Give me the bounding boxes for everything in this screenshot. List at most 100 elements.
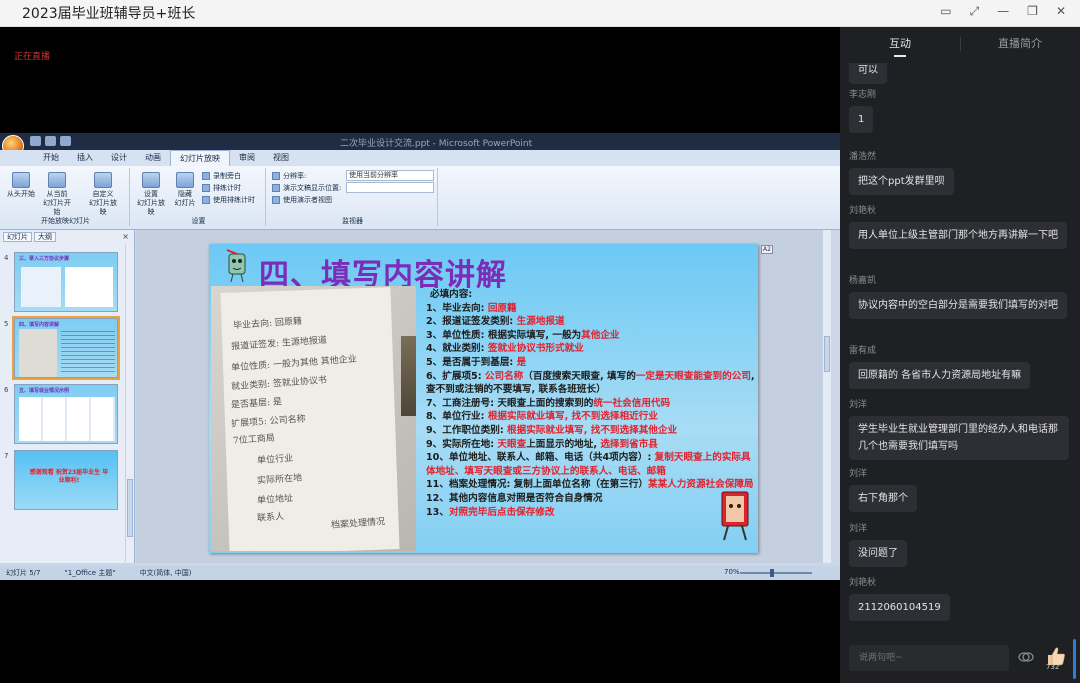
slide-highlight-text: 一定是天眼查能查到的公司: [635, 370, 751, 382]
scroll-knob[interactable]: [127, 479, 133, 537]
redo-icon[interactable]: [60, 136, 71, 146]
slide-canvas: 四、填写内容讲解 毕业去向: 回原籍 报道证签发: 生源地报道 单位性质: 一般…: [136, 230, 831, 563]
from-current-button[interactable]: 从当前 幻灯片开始: [40, 172, 74, 217]
panel-tabs: 幻灯片 大纲: [0, 230, 134, 244]
tab-design[interactable]: 设计: [102, 150, 136, 166]
emoji-icon[interactable]: [1018, 650, 1034, 664]
canvas-scrollbar[interactable]: [822, 230, 831, 563]
message-author: 李志刚: [849, 90, 877, 100]
presenter-view-checkbox[interactable]: 使用演示者视图: [272, 195, 332, 205]
chat-message: 雷有成 回原籍的 各省市人力资源局地址有嘛: [849, 343, 1031, 389]
tab-outline[interactable]: 大纲: [34, 232, 56, 242]
slide-text: 9、工作职位类别:: [426, 424, 508, 436]
setup-slideshow-button[interactable]: 设置 幻灯片放映: [134, 172, 168, 217]
save-icon[interactable]: [30, 136, 41, 146]
custom-show-icon: [94, 172, 112, 188]
message-author: 杨嘉凯: [849, 276, 877, 286]
chat-message: 李志刚 1: [849, 87, 876, 133]
tab-underline: [894, 55, 906, 57]
slide-text: 10、单位地址、联系人、邮箱、电话（共4项内容）:: [426, 452, 655, 464]
thumb-image: 感谢观看 祝贺23届毕业生 毕业顺利!: [14, 450, 118, 510]
thumb-content: [21, 267, 61, 307]
thumb-image: 三、录入三方协议步骤: [14, 252, 118, 312]
slide-number: 6: [4, 386, 9, 394]
chat-message: 潘浩然 把这个ppt发群里呗: [849, 149, 954, 195]
tab-insert[interactable]: 插入: [68, 150, 102, 166]
undo-icon[interactable]: [45, 136, 56, 146]
sidebar-tabs: 互动 直播简介: [840, 27, 1080, 63]
tab-slides[interactable]: 幻灯片: [3, 232, 32, 242]
message-author: 刘洋: [849, 400, 868, 410]
minimize-icon[interactable]: —: [997, 4, 1009, 19]
slide-text: 12、其他内容信息对照是否符合自身情况: [426, 492, 603, 504]
hide-slide-button[interactable]: 隐藏 幻灯片: [168, 172, 202, 208]
slide-highlight-text: 统一社会信用代码: [593, 397, 671, 409]
thumb-content: [65, 267, 113, 307]
handwriting-line: 联系人: [256, 512, 285, 524]
message-bubble: 把这个ppt发群里呗: [849, 168, 954, 195]
tab-slideshow[interactable]: 幻灯片放映: [170, 149, 230, 167]
slide-text: 8、单位行业:: [426, 411, 488, 423]
slide-line: 4、就业类别: 签就业协议书形式就业: [426, 342, 756, 356]
volume-bar: [1073, 639, 1076, 679]
current-slide[interactable]: 四、填写内容讲解 毕业去向: 回原籍 报道证签发: 生源地报道 单位性质: 一般…: [209, 244, 758, 553]
resolution-select[interactable]: 使用当前分辨率: [346, 170, 434, 181]
chat-message: 刘艳秋 用人单位上级主管部门那个地方再讲解一下吧: [849, 203, 1067, 249]
slide-text: 4、就业类别:: [426, 343, 488, 355]
slide-line: 10、单位地址、联系人、邮箱、电话（共4项内容）: 复制天眼查上的实际具体地址、…: [426, 451, 756, 478]
tab-separator: [960, 37, 961, 51]
scroll-knob[interactable]: [824, 336, 830, 372]
panel-scrollbar[interactable]: [125, 244, 134, 562]
ppt-titlebar: 二次毕业设计交流.ppt - Microsoft PowerPoint: [0, 133, 840, 157]
tab-review[interactable]: 审阅: [230, 150, 264, 166]
photo-edge: [401, 336, 416, 416]
zoom-handle[interactable]: [770, 569, 774, 577]
slide-highlight-text: 是: [516, 356, 527, 368]
show-on-select[interactable]: [346, 182, 434, 193]
group-label: 开始放映幻灯片: [41, 217, 90, 225]
from-start-button[interactable]: 从头开始: [4, 172, 38, 199]
slide-body-header: 必填内容:: [430, 289, 473, 300]
custom-slideshow-button[interactable]: 自定义 幻灯片放映: [86, 172, 120, 217]
record-narration-button[interactable]: 录制旁白: [202, 171, 241, 181]
ribbon: 从头开始 从当前 幻灯片开始 自定义 幻灯片放映 开始放映幻灯片 设置 幻灯片放…: [0, 166, 840, 230]
resolution-label: 分辨率:: [272, 171, 306, 181]
monitor-icon: [272, 172, 280, 180]
thumb-content: [61, 331, 115, 375]
slide-highlight-text: 选择到省市县: [600, 438, 658, 450]
quick-access-toolbar: [30, 136, 71, 146]
close-icon[interactable]: ✕: [1056, 4, 1066, 19]
slide-text: 1、毕业去向:: [426, 302, 488, 314]
tab-home[interactable]: 开始: [34, 150, 68, 166]
tab-intro[interactable]: 直播简介: [960, 27, 1080, 63]
thumb-image: 四、填写内容讲解: [12, 316, 120, 380]
fullscreen-icon[interactable]: ⤢: [970, 4, 980, 19]
message-bubble: 可以: [849, 63, 887, 84]
message-bubble: 用人单位上级主管部门那个地方再讲解一下吧: [849, 222, 1067, 249]
zoom-slider[interactable]: [740, 569, 812, 577]
slide-number: 7: [4, 452, 9, 460]
slide-line: 2、报道证签发类别: 生源地报道: [426, 315, 756, 329]
chat-messages[interactable]: 可以 李志刚 1 潘浩然 把这个ppt发群里呗 刘艳秋 用人单位上级主管部门那个…: [840, 63, 1080, 641]
thumb-title: 三、录入三方协议步骤: [19, 256, 70, 262]
hide-icon: [176, 172, 194, 188]
group-label: 设置: [191, 217, 206, 225]
slide-text: （百度搜索天眼查, 填写的: [523, 370, 636, 382]
chat-input[interactable]: 说两句吧~: [849, 645, 1009, 671]
ribbon-group-setup: 设置 幻灯片放映 隐藏 幻灯片 录制旁白 排练计时 使用排练计时 设置: [132, 168, 266, 226]
use-timing-checkbox[interactable]: 使用排练计时: [202, 195, 255, 205]
tab-animation[interactable]: 动画: [136, 150, 170, 166]
panel-close-icon[interactable]: ×: [122, 232, 129, 241]
slide-highlight-text: 对照完毕后点击保存修改: [448, 506, 555, 518]
tab-interact[interactable]: 互动: [840, 27, 960, 63]
pip-icon[interactable]: ▭: [940, 4, 951, 19]
slide-highlight-text: 根据实际就业填写, 找不到选择其他企业: [507, 424, 678, 436]
mascot-book-icon: [721, 491, 749, 541]
window-titlebar: 2023届毕业班辅导员+班长 ▭ ⤢ — ❐ ✕: [0, 0, 1080, 27]
restore-icon[interactable]: ❐: [1027, 4, 1038, 19]
rehearse-timing-button[interactable]: 排练计时: [202, 183, 241, 193]
slide-line: 1、毕业去向: 回原籍: [426, 302, 756, 316]
checkbox-icon: [272, 196, 280, 204]
tab-view[interactable]: 视图: [264, 150, 298, 166]
slide-line: 7、工商注册号: 天眼查上面的搜索到的统一社会信用代码: [426, 397, 756, 411]
